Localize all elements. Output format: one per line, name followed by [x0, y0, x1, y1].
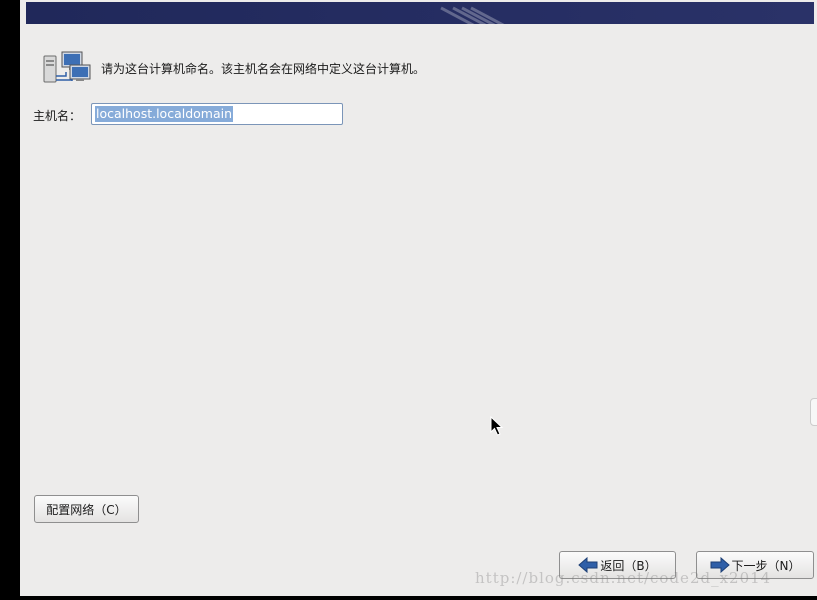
header-banner [26, 2, 814, 24]
hostname-value: localhost.localdomain [95, 106, 234, 122]
hostname-input[interactable]: localhost.localdomain [91, 103, 343, 125]
intro-text: 请为这台计算机命名。该主机名会在网络中定义这台计算机。 [101, 61, 426, 76]
installer-screen: 请为这台计算机命名。该主机名会在网络中定义这台计算机。 主机名： localho… [0, 0, 817, 600]
network-computers-icon [42, 50, 92, 86]
watermark: http://blog.csdn.net/code2d_x2014 [475, 569, 772, 587]
hostname-label: 主机名： [33, 109, 82, 123]
intro-section: 请为这台计算机命名。该主机名会在网络中定义这台计算机。 [42, 50, 425, 86]
mouse-pointer-icon [490, 415, 504, 436]
configure-network-label: 配置网络（C） [46, 502, 127, 517]
side-panel-handle[interactable] [810, 398, 817, 426]
configure-network-button[interactable]: 配置网络（C） [34, 495, 139, 523]
installer-panel: 请为这台计算机命名。该主机名会在网络中定义这台计算机。 主机名： localho… [20, 0, 817, 596]
